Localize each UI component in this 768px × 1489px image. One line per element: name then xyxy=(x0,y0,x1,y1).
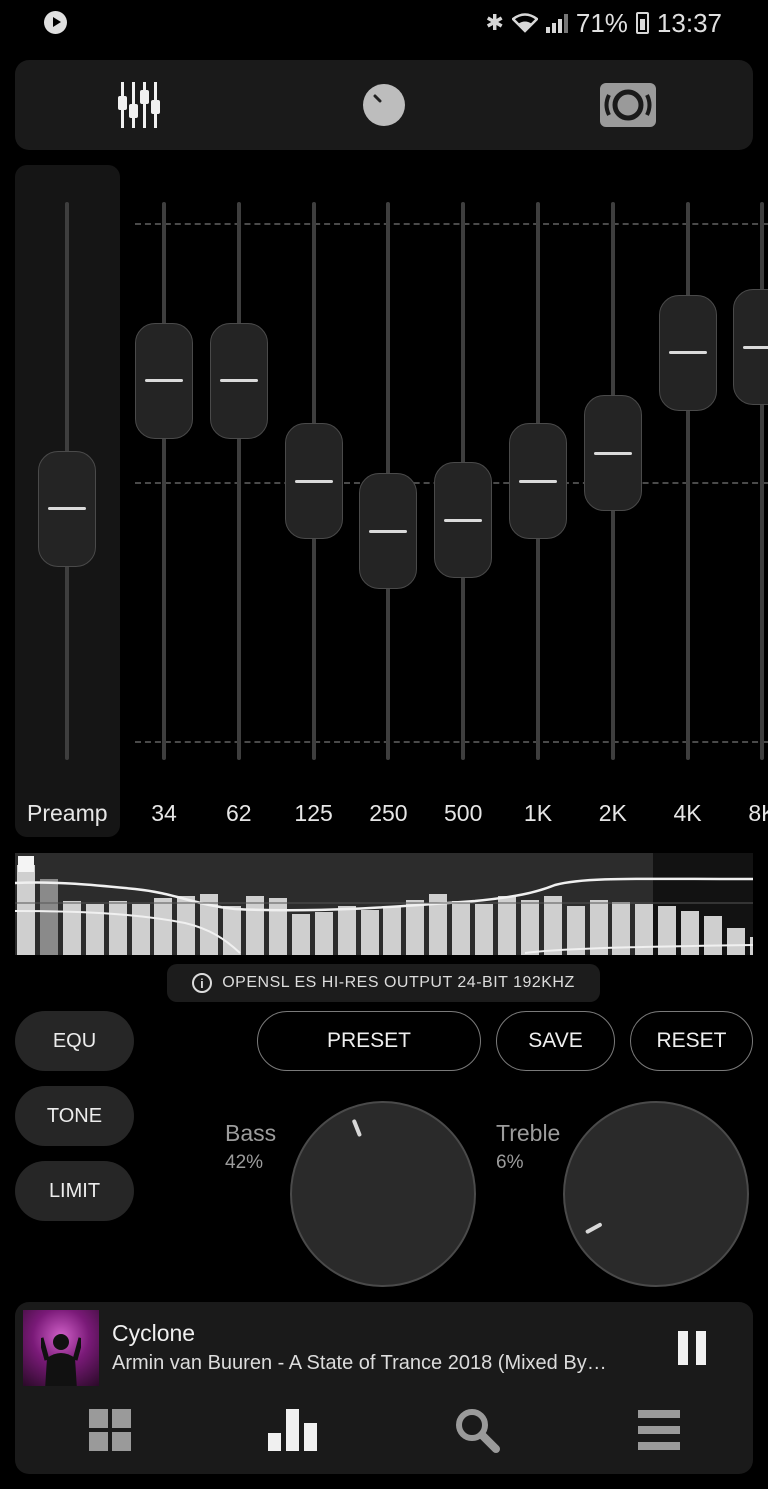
equalizer-nav[interactable] xyxy=(258,1402,328,1458)
bass-knob-indicator xyxy=(351,1118,363,1138)
sliders-icon xyxy=(118,82,160,128)
search-icon xyxy=(456,1409,500,1453)
eq-curve xyxy=(15,856,753,954)
band-slider-250-handle[interactable] xyxy=(359,473,418,590)
menu-nav[interactable] xyxy=(624,1402,694,1458)
knob-icon xyxy=(363,84,405,126)
speaker-icon xyxy=(600,83,656,127)
pause-button[interactable] xyxy=(678,1331,708,1365)
save-button[interactable]: SAVE xyxy=(496,1011,615,1071)
play-notification-icon xyxy=(44,11,67,34)
eq-guide-line xyxy=(135,741,768,745)
band-slider-125-handle[interactable] xyxy=(284,423,343,539)
wifi-icon xyxy=(511,13,538,33)
search-nav[interactable] xyxy=(442,1402,512,1458)
mini-player: Cyclone Armin van Buuren - A State of Tr… xyxy=(15,1302,753,1474)
band-slider-8k-handle[interactable] xyxy=(733,289,768,406)
signal-icon xyxy=(545,13,568,33)
band-slider-4k-track[interactable] xyxy=(685,202,690,760)
bluetooth-icon: ✱ xyxy=(485,10,504,35)
track-title[interactable]: Cyclone xyxy=(112,1320,195,1347)
battery-percent: 71% xyxy=(575,7,628,38)
status-bar: ✱ 71% 13:37 xyxy=(0,0,768,46)
band-slider-125-label: 125 xyxy=(294,800,333,826)
info-icon: i xyxy=(192,973,213,993)
equalizer-tab[interactable] xyxy=(80,60,200,150)
output-info-text: OPENSL ES HI-RES OUTPUT 24-BIT 192KHZ xyxy=(222,974,575,991)
spectrum-visualizer xyxy=(15,853,753,955)
track-artist[interactable]: Armin van Buuren - A State of Trance 201… xyxy=(112,1352,672,1375)
clock: 13:37 xyxy=(656,7,722,38)
bass-value: 42% xyxy=(225,1152,264,1173)
hamburger-icon xyxy=(638,1410,680,1450)
equalizer-panel: Preamp 34 62 125 250 500 1K 2K 4K 8K xyxy=(0,160,768,845)
band-slider-62-track[interactable] xyxy=(236,202,241,760)
preset-button[interactable]: PRESET xyxy=(257,1011,481,1071)
preamp-slider-label: Preamp xyxy=(27,800,108,826)
band-slider-62-handle[interactable] xyxy=(209,322,268,439)
top-tab-bar xyxy=(15,60,753,150)
preamp-slider-handle[interactable] xyxy=(38,450,96,567)
limit-button[interactable]: LIMIT xyxy=(15,1161,134,1221)
band-slider-2k-label: 2K xyxy=(598,800,627,826)
band-slider-4k-handle[interactable] xyxy=(658,294,717,411)
status-icons: ✱ 71% 13:37 xyxy=(485,6,722,40)
album-art[interactable] xyxy=(23,1310,99,1386)
band-slider-8k-label: 8K xyxy=(748,800,768,826)
band-slider-34-handle[interactable] xyxy=(135,322,193,439)
band-slider-1k-label: 1K xyxy=(523,800,553,826)
bass-knob[interactable] xyxy=(290,1101,476,1287)
bar-chart-icon xyxy=(268,1409,317,1451)
band-slider-34-label: 34 xyxy=(151,800,177,826)
band-slider-8k-track[interactable] xyxy=(760,202,765,760)
library-nav[interactable] xyxy=(75,1402,145,1458)
eq-guide-line xyxy=(135,223,768,227)
band-slider-34-track[interactable] xyxy=(162,202,166,760)
band-slider-62-label: 62 xyxy=(226,800,252,826)
band-slider-4k-label: 4K xyxy=(673,800,702,826)
treble-knob[interactable] xyxy=(563,1101,749,1287)
pause-icon xyxy=(678,1331,688,1365)
bass-label: Bass xyxy=(225,1120,277,1146)
speaker-tab[interactable] xyxy=(568,60,688,150)
output-info-badge[interactable]: i OPENSL ES HI-RES OUTPUT 24-BIT 192KHZ xyxy=(167,964,600,1002)
grid-icon xyxy=(89,1409,131,1451)
tone-tab[interactable] xyxy=(324,60,444,150)
reset-button[interactable]: RESET xyxy=(630,1011,753,1071)
treble-knob-indicator xyxy=(584,1222,603,1235)
band-slider-2k-handle[interactable] xyxy=(583,395,642,512)
treble-value: 6% xyxy=(496,1152,524,1173)
battery-icon xyxy=(635,12,649,34)
band-slider-250-label: 250 xyxy=(369,800,408,826)
equ-button[interactable]: EQU xyxy=(15,1011,134,1071)
tone-button[interactable]: TONE xyxy=(15,1086,134,1146)
band-slider-500-label: 500 xyxy=(444,800,483,826)
band-slider-500-handle[interactable] xyxy=(434,462,493,579)
album-figure xyxy=(41,1334,81,1386)
band-slider-1k-handle[interactable] xyxy=(509,423,567,539)
treble-label: Treble xyxy=(496,1120,561,1146)
